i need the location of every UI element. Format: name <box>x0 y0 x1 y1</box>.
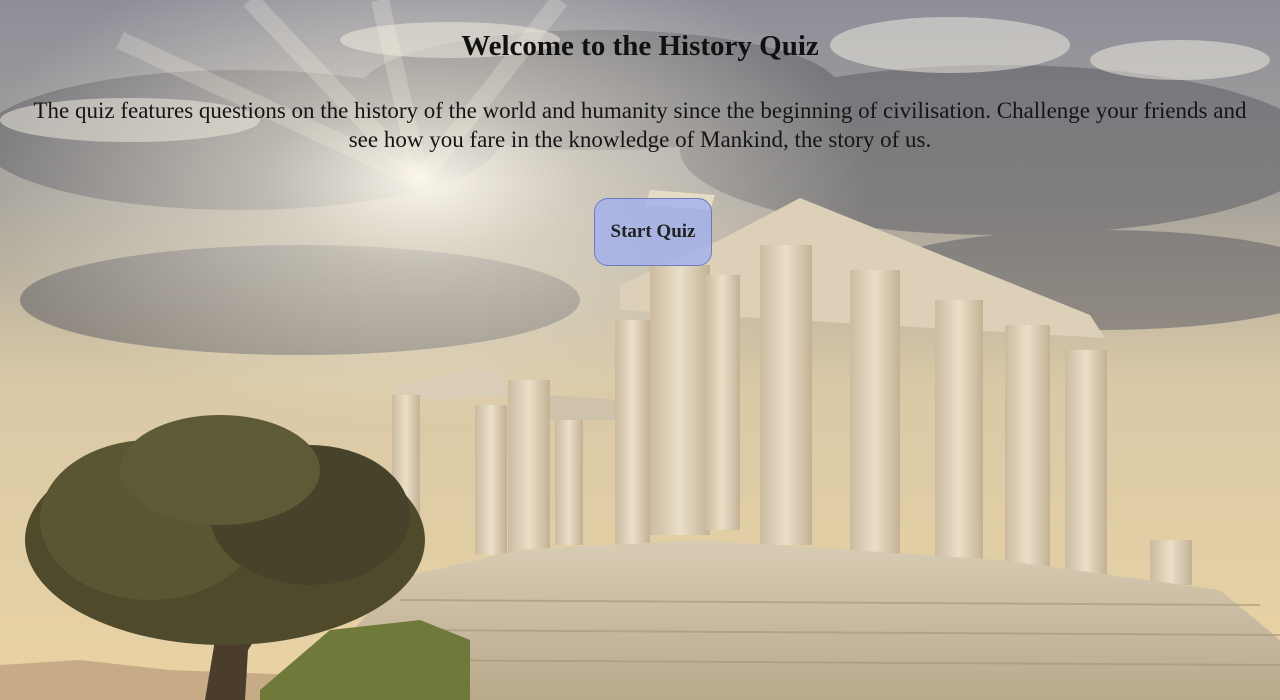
hero-section: Welcome to the History Quiz The quiz fea… <box>0 0 1280 700</box>
start-quiz-button[interactable]: Start Quiz <box>594 198 712 266</box>
intro-text: The quiz features questions on the histo… <box>33 98 1247 152</box>
page-title: Welcome to the History Quiz <box>461 30 819 62</box>
